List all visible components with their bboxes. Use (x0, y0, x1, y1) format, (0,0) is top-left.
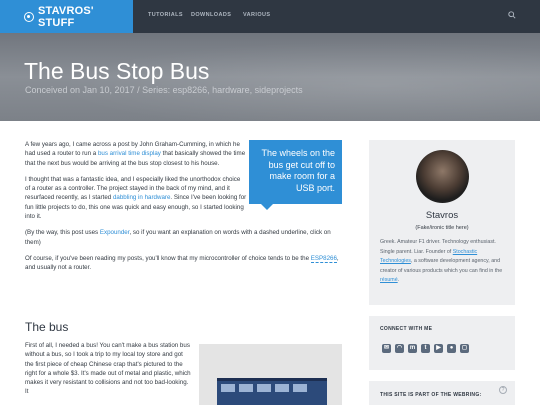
twitter-icon[interactable]: t (421, 344, 430, 353)
youtube-icon[interactable]: ▶ (434, 344, 443, 353)
instagram-icon[interactable]: ◻ (460, 344, 469, 353)
link-expounder[interactable]: Expounder (100, 229, 130, 236)
hero-banner: The Bus Stop Bus Conceived on Jan 10, 20… (0, 33, 540, 121)
author-bio: Greek. Amateur F1 driver. Technology ent… (380, 239, 503, 283)
link-resume[interactable]: résumé (380, 277, 398, 283)
toy-bus-image (199, 344, 342, 405)
top-navbar: STAVROS' STUFF TUTORIALS DOWNLOADS VARIO… (0, 0, 540, 33)
author-tagline: (Fake/ironic title here) (415, 225, 469, 231)
mastodon-icon[interactable]: m (408, 344, 417, 353)
email-icon[interactable]: ✉ (382, 344, 391, 353)
search-icon[interactable] (508, 11, 516, 19)
nav-item-downloads[interactable]: DOWNLOADS (191, 12, 231, 18)
github-icon[interactable]: ● (447, 344, 456, 353)
bus-photo[interactable] (199, 344, 342, 405)
rss-icon[interactable]: ◠ (395, 344, 404, 353)
nav-item-tutorials[interactable]: TUTORIALS (148, 12, 183, 18)
paragraph-1: A few years ago, I came across a post by… (25, 141, 246, 167)
logo-icon (24, 11, 34, 22)
paragraph-2: I thought that was a fantastic idea, and… (25, 175, 247, 221)
paragraph-3: (By the way, this post uses Expounder, s… (25, 229, 331, 246)
section-heading-bus: The bus (25, 320, 69, 334)
author-card: Stavros (Fake/ironic title here) Greek. … (369, 140, 515, 305)
nav-item-various[interactable]: VARIOUS (243, 12, 270, 18)
site-logo[interactable]: STAVROS' STUFF (0, 0, 133, 33)
page-title: The Bus Stop Bus (24, 58, 210, 84)
social-links: ✉ ◠ m t ▶ ● ◻ (382, 344, 469, 353)
author-name: Stavros (425, 210, 459, 221)
link-dabbling-in-hardware[interactable]: dabbling in hardware (113, 194, 170, 201)
connect-box: CONNECT WITH ME ✉ ◠ m t ▶ ● ◻ (369, 316, 515, 370)
avatar (416, 150, 469, 203)
paragraph-4: Of course, if you've been reading my pos… (25, 254, 339, 272)
help-icon[interactable]: ? (499, 386, 507, 394)
site-title: STAVROS' STUFF (37, 4, 94, 29)
pull-quote: The wheels on the bus get cut off to mak… (249, 140, 342, 210)
page-meta: Conceived on Jan 10, 2017 / Series: esp8… (25, 85, 303, 95)
webring-title: THIS SITE IS PART OF THE WEBRING: (380, 392, 482, 398)
link-bus-arrival-display[interactable]: bus arrival time display (98, 150, 161, 157)
connect-title: CONNECT WITH ME (380, 326, 433, 332)
paragraph-5: First of all, I needed a bus! You can't … (25, 342, 191, 396)
webring-box: THIS SITE IS PART OF THE WEBRING: ? (369, 381, 515, 405)
term-esp8266[interactable]: ESP8266 (310, 254, 337, 263)
